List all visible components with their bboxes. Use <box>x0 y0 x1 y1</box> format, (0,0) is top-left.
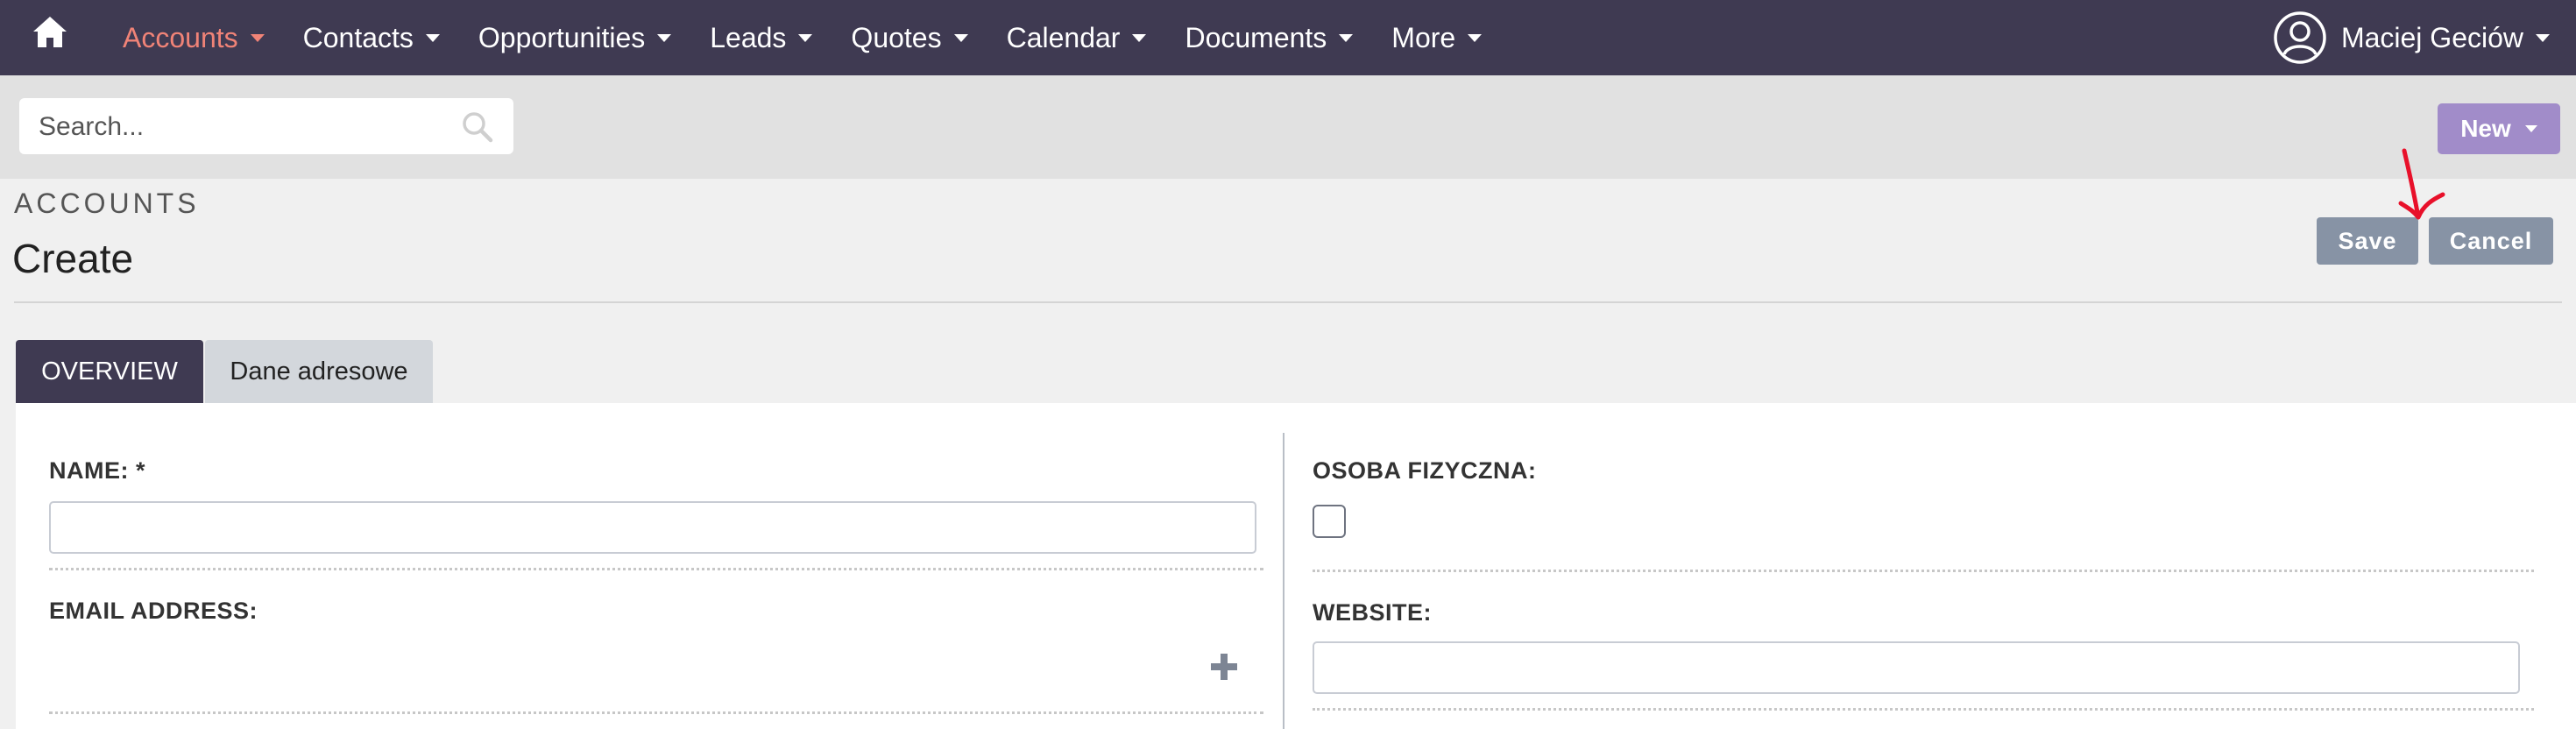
tab-label: OVERVIEW <box>41 357 178 386</box>
osoba-fizyczna-label: OSOBA FIZYCZNA: <box>1313 457 1537 484</box>
nav-item-calendar[interactable]: Calendar <box>1007 22 1147 54</box>
column-divider <box>1283 433 1284 729</box>
tab-label: Dane adresowe <box>230 357 408 386</box>
form-panel: NAME: * EMAIL ADDRESS: OSOBA FIZYCZNA: W… <box>16 403 2576 729</box>
name-field[interactable] <box>49 501 1256 554</box>
module-title: ACCOUNTS <box>14 188 200 219</box>
user-name: Maciej Geciów <box>2340 21 2523 53</box>
header-divider <box>14 301 2562 303</box>
tab-dane-adresowe[interactable]: Dane adresowe <box>205 340 433 403</box>
divider <box>49 711 1263 714</box>
tab-overview[interactable]: OVERVIEW <box>16 340 203 403</box>
nav-item-documents[interactable]: Documents <box>1185 21 1354 54</box>
nav-item-label: Calendar <box>1006 21 1121 53</box>
cancel-button-label: Cancel <box>2449 227 2533 254</box>
new-button-label: New <box>2460 115 2511 142</box>
osoba-fizyczna-checkbox[interactable] <box>1313 505 1346 538</box>
divider <box>1313 570 2534 572</box>
search-band <box>0 75 2576 179</box>
nav-item-label: Leads <box>710 21 787 53</box>
chevron-down-icon <box>1468 33 1483 42</box>
nav-item-leads[interactable]: Leads <box>710 21 813 54</box>
search-box <box>19 98 513 156</box>
top-navbar: Accounts Contacts Opportunities Leads Qu… <box>0 0 2576 75</box>
home-icon[interactable] <box>32 14 68 51</box>
nav-item-label: Opportunities <box>478 21 646 53</box>
nav-item-opportunities[interactable]: Opportunities <box>478 21 672 54</box>
email-label: EMAIL ADDRESS: <box>49 598 258 624</box>
search-input[interactable] <box>19 98 461 156</box>
chevron-down-icon <box>425 33 440 42</box>
name-label: NAME: * <box>49 457 145 484</box>
nav-item-label: Documents <box>1185 21 1327 53</box>
chevron-down-icon <box>2524 125 2537 132</box>
user-avatar-icon <box>2274 11 2326 64</box>
nav-item-label: Quotes <box>851 21 942 53</box>
nav-item-quotes[interactable]: Quotes <box>851 21 968 54</box>
new-button[interactable]: New <box>2438 103 2560 154</box>
chevron-down-icon <box>798 33 813 42</box>
nav-item-accounts[interactable]: Accounts <box>123 22 265 54</box>
nav-item-more[interactable]: More <box>1391 21 1483 54</box>
add-email-icon[interactable] <box>1209 652 1239 682</box>
save-button-label: Save <box>2338 227 2397 254</box>
chevron-down-icon <box>1339 33 1354 42</box>
website-label: WEBSITE: <box>1313 599 1432 626</box>
website-field[interactable] <box>1313 641 2520 694</box>
nav-item-label: More <box>1391 21 1456 53</box>
divider <box>1313 708 2534 711</box>
user-menu[interactable]: Maciej Geciów <box>2273 0 2550 75</box>
chevron-down-icon <box>1132 33 1147 42</box>
chevron-down-icon <box>657 33 672 42</box>
page-title: Create <box>12 236 134 281</box>
search-icon[interactable] <box>461 110 494 144</box>
main-menu: Accounts Contacts Opportunities Leads Qu… <box>123 0 1520 75</box>
divider <box>49 568 1263 570</box>
nav-item-contacts[interactable]: Contacts <box>303 22 440 54</box>
chevron-down-icon <box>953 33 968 42</box>
chevron-down-icon <box>250 33 265 42</box>
chevron-down-icon <box>2536 33 2550 42</box>
nav-item-label: Contacts <box>302 21 414 53</box>
annotation-arrow-icon <box>2398 148 2445 220</box>
nav-item-label: Accounts <box>123 21 238 53</box>
